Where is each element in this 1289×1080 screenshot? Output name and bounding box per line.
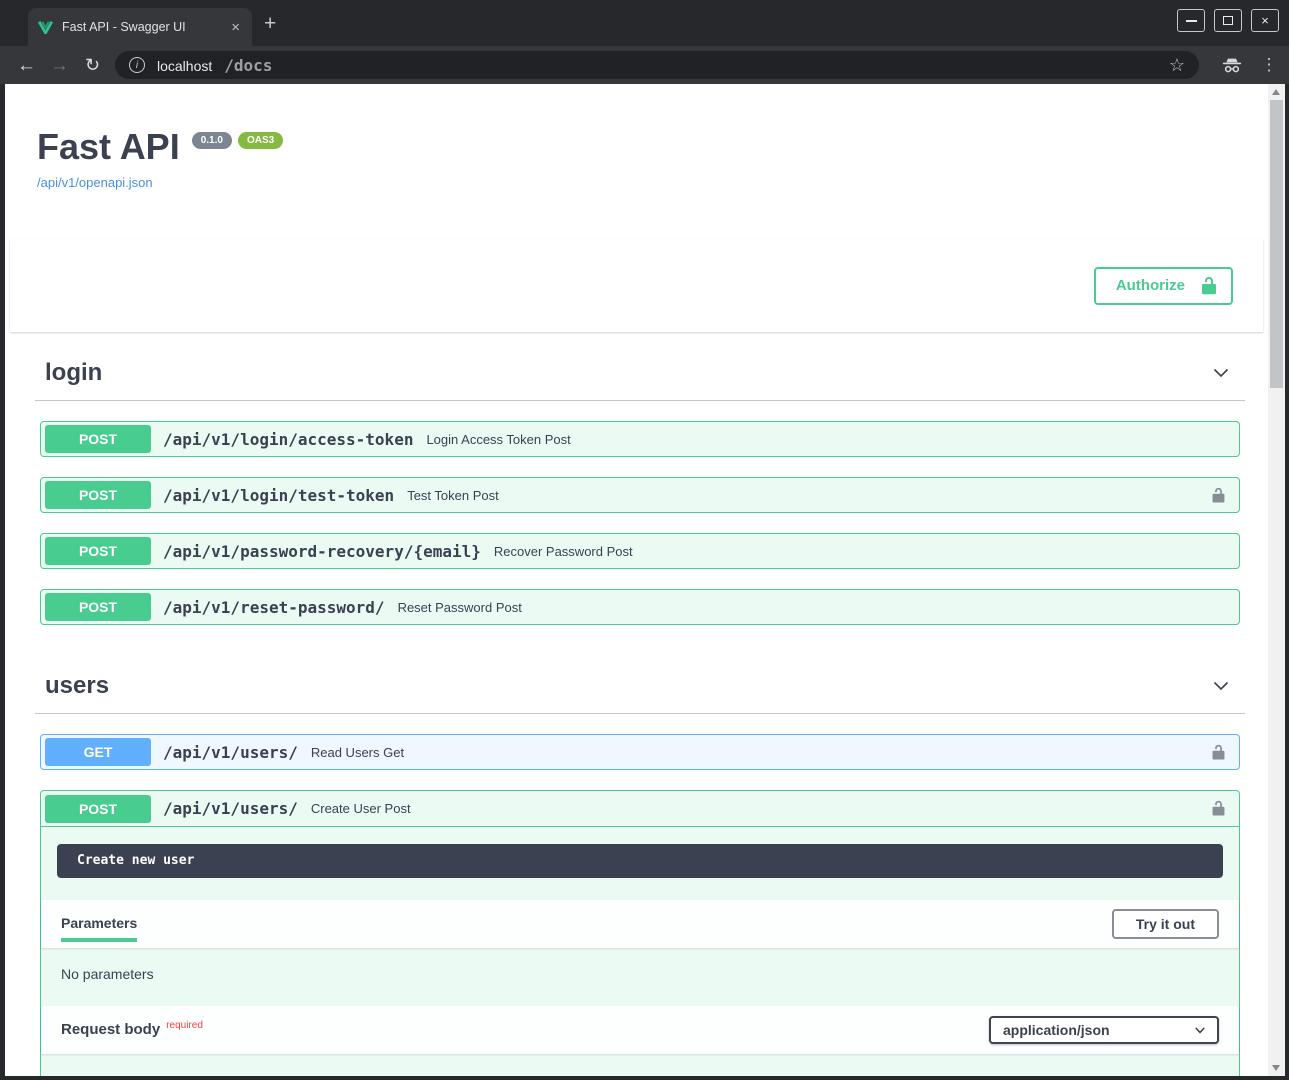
endpoint-path: /api/v1/login/test-token bbox=[163, 486, 394, 505]
parameters-section-header: Parameters Try it out bbox=[41, 900, 1239, 948]
operation-row-login-access-token[interactable]: POST /api/v1/login/access-token Login Ac… bbox=[40, 421, 1240, 457]
url-path: /docs bbox=[224, 56, 272, 75]
no-parameters-text: No parameters bbox=[41, 948, 1239, 1006]
method-badge: POST bbox=[45, 481, 151, 509]
browser-tab[interactable]: Fast API - Swagger UI × bbox=[28, 8, 252, 46]
unlocked-padlock-icon bbox=[1199, 276, 1219, 296]
scheme-container: Authorize bbox=[10, 239, 1263, 332]
incognito-icon bbox=[1221, 57, 1243, 74]
auth-lock-button[interactable] bbox=[1210, 744, 1227, 761]
chevron-down-icon bbox=[1211, 676, 1231, 696]
scrollbar-thumb[interactable] bbox=[1270, 100, 1283, 388]
favicon-v-logo-icon bbox=[38, 21, 53, 34]
scroll-up-arrow-icon[interactable] bbox=[1272, 89, 1280, 95]
request-body-label-wrap: Request body required bbox=[61, 1021, 203, 1039]
required-badge: required bbox=[166, 1020, 203, 1031]
operation-row-password-recovery[interactable]: POST /api/v1/password-recovery/{email} R… bbox=[40, 533, 1240, 569]
request-body-section-header: Request body required application/json bbox=[41, 1006, 1239, 1054]
endpoint-path: /api/v1/users/ bbox=[163, 799, 298, 818]
tag-section-login: login POST /api/v1/login/access-token Lo… bbox=[35, 332, 1245, 625]
operation-row-reset-password[interactable]: POST /api/v1/reset-password/ Reset Passw… bbox=[40, 589, 1240, 625]
try-it-out-button[interactable]: Try it out bbox=[1112, 909, 1219, 939]
browser-window: Fast API - Swagger UI × + × ← → ↻ i loca… bbox=[0, 0, 1289, 1080]
request-body-label: Request body bbox=[61, 1021, 160, 1038]
page-title: Fast API bbox=[37, 126, 180, 167]
close-button[interactable]: × bbox=[1251, 9, 1279, 32]
method-badge: POST bbox=[45, 425, 151, 453]
method-badge: POST bbox=[45, 593, 151, 621]
operation-row-login-test-token[interactable]: POST /api/v1/login/test-token Test Token… bbox=[40, 477, 1240, 513]
address-bar[interactable]: i localhost/docs ☆ bbox=[115, 51, 1199, 79]
tab-parameters[interactable]: Parameters bbox=[61, 900, 137, 948]
method-badge: POST bbox=[45, 795, 151, 823]
method-badge: POST bbox=[45, 537, 151, 565]
tab-close-icon[interactable]: × bbox=[229, 20, 242, 35]
media-type-value: application/json bbox=[1003, 1022, 1110, 1038]
authorize-button[interactable]: Authorize bbox=[1094, 267, 1233, 305]
endpoint-summary: Recover Password Post bbox=[494, 544, 633, 559]
auth-lock-button[interactable] bbox=[1210, 800, 1227, 817]
method-badge: GET bbox=[45, 738, 151, 766]
operation-description: Create new user bbox=[57, 844, 1223, 878]
endpoint-summary: Test Token Post bbox=[407, 488, 499, 503]
minimize-button[interactable] bbox=[1177, 9, 1205, 32]
back-button[interactable]: ← bbox=[10, 56, 43, 75]
request-body-content: Example Value Schema { bbox=[41, 1054, 1239, 1076]
url-text: localhost/docs bbox=[157, 56, 272, 75]
chevron-down-icon bbox=[1193, 1023, 1207, 1037]
site-info-icon[interactable]: i bbox=[129, 57, 145, 73]
window-controls: × bbox=[1177, 9, 1279, 32]
unlocked-padlock-icon bbox=[1210, 487, 1227, 504]
bookmark-star-icon[interactable]: ☆ bbox=[1169, 56, 1185, 74]
new-tab-button[interactable]: + bbox=[264, 12, 276, 36]
forward-button[interactable]: → bbox=[43, 56, 76, 75]
endpoint-path: /api/v1/reset-password/ bbox=[163, 598, 385, 617]
api-info: Fast API 0.1.0 OAS3 /api/v1/openapi.json bbox=[37, 126, 1268, 192]
endpoint-path: /api/v1/users/ bbox=[163, 743, 298, 762]
operation-row-users-post[interactable]: POST /api/v1/users/ Create User Post bbox=[41, 791, 1239, 827]
maximize-button[interactable] bbox=[1214, 9, 1242, 32]
scroll-down-arrow-icon[interactable] bbox=[1272, 1065, 1280, 1071]
endpoint-summary: Reset Password Post bbox=[398, 600, 522, 615]
operation-block-users-post-expanded: POST /api/v1/users/ Create User Post Cre… bbox=[40, 790, 1240, 1076]
endpoint-summary: Login Access Token Post bbox=[426, 432, 570, 447]
url-host: localhost bbox=[157, 58, 212, 74]
tag-name: users bbox=[45, 672, 109, 700]
endpoint-summary: Create User Post bbox=[311, 801, 411, 816]
browser-toolbar: ← → ↻ i localhost/docs ☆ ⋮ bbox=[0, 46, 1289, 84]
maximize-icon bbox=[1223, 16, 1233, 25]
page-scrollbar[interactable] bbox=[1268, 84, 1285, 1076]
title-badges: 0.1.0 OAS3 bbox=[192, 132, 283, 149]
auth-lock-button[interactable] bbox=[1210, 487, 1227, 504]
endpoint-path: /api/v1/password-recovery/{email} bbox=[163, 542, 481, 561]
media-type-select[interactable]: application/json bbox=[989, 1016, 1219, 1044]
tag-header-users[interactable]: users bbox=[35, 645, 1245, 714]
endpoint-summary: Read Users Get bbox=[311, 745, 404, 760]
operations-list: POST /api/v1/login/access-token Login Ac… bbox=[35, 401, 1245, 625]
openapi-spec-link[interactable]: /api/v1/openapi.json bbox=[37, 175, 153, 190]
tag-name: login bbox=[45, 359, 102, 387]
browser-titlebar: Fast API - Swagger UI × + × bbox=[0, 0, 1289, 46]
endpoint-path: /api/v1/login/access-token bbox=[163, 430, 413, 449]
page-viewport: Fast API 0.1.0 OAS3 /api/v1/openapi.json A… bbox=[5, 84, 1268, 1076]
version-badge: 0.1.0 bbox=[192, 132, 232, 149]
operation-row-users-get[interactable]: GET /api/v1/users/ Read Users Get bbox=[40, 734, 1240, 770]
unlocked-padlock-icon bbox=[1210, 744, 1227, 761]
operations-list: GET /api/v1/users/ Read Users Get POST /… bbox=[35, 714, 1245, 1076]
unlocked-padlock-icon bbox=[1210, 800, 1227, 817]
reload-button[interactable]: ↻ bbox=[76, 56, 109, 74]
browser-menu-button[interactable]: ⋮ bbox=[1259, 55, 1279, 75]
authorize-label: Authorize bbox=[1116, 277, 1185, 294]
tag-header-login[interactable]: login bbox=[35, 332, 1245, 401]
tab-title: Fast API - Swagger UI bbox=[62, 20, 229, 34]
tag-section-users: users GET /api/v1/users/ Read Users Get bbox=[35, 645, 1245, 1076]
chevron-down-icon bbox=[1211, 363, 1231, 383]
minimize-icon bbox=[1186, 20, 1197, 22]
oas3-badge: OAS3 bbox=[238, 132, 283, 149]
